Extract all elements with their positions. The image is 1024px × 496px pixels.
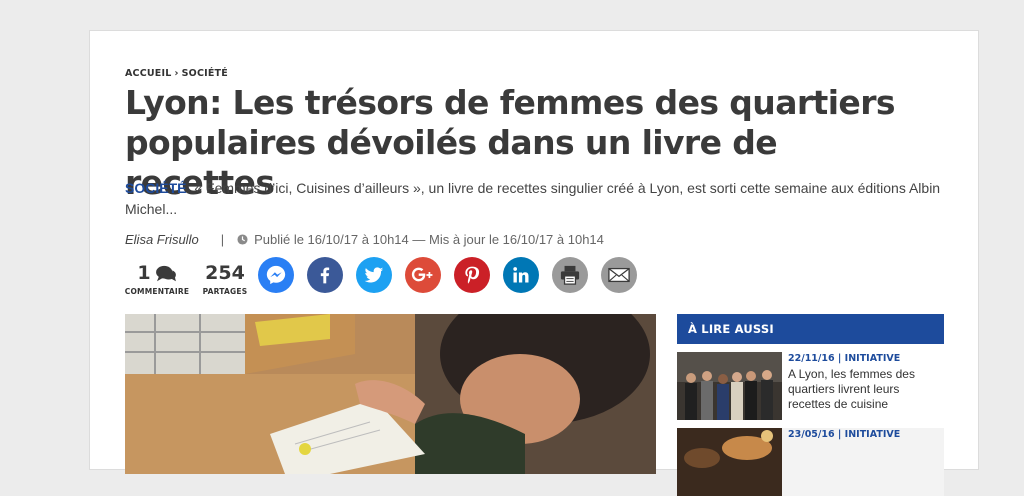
related-articles-heading: À LIRE AUSSI bbox=[677, 314, 944, 344]
clock-icon bbox=[237, 233, 248, 245]
printer-icon bbox=[560, 265, 580, 285]
article-card: ACCUEIL › SOCIÉTÉ Lyon: Les trésors de fem… bbox=[89, 30, 979, 496]
breadcrumb-home-link[interactable]: ACCUEIL bbox=[125, 68, 172, 79]
comment-bubbles-icon bbox=[155, 265, 176, 281]
twitter-share-button[interactable] bbox=[356, 257, 392, 293]
related-article-date: 22/11/16 | INITIATIVE bbox=[788, 353, 901, 364]
linkedin-share-button[interactable] bbox=[503, 257, 539, 293]
group-photo-thumbnail bbox=[677, 352, 782, 420]
linkedin-icon bbox=[513, 267, 529, 283]
messenger-share-button[interactable] bbox=[258, 257, 294, 293]
food-photo-thumbnail bbox=[677, 428, 782, 496]
print-button[interactable] bbox=[552, 257, 588, 293]
related-article-thumbnail[interactable] bbox=[677, 428, 782, 496]
related-article-item[interactable]: 22/11/16 | INITIATIVE A Lyon, les femmes… bbox=[677, 352, 944, 420]
pinterest-icon bbox=[465, 266, 480, 284]
article-main-photo[interactable] bbox=[125, 314, 656, 474]
related-article-date: 23/05/16 | INITIATIVE bbox=[788, 429, 901, 440]
article-photo-illustration bbox=[125, 314, 656, 474]
article-meta: Elisa Frisullo | Publié le 16/10/17 à 10… bbox=[125, 230, 604, 248]
shares-count-label: PARTAGES bbox=[202, 287, 248, 296]
pinterest-share-button[interactable] bbox=[454, 257, 490, 293]
engagement-counts: 1 COMMENTAIRE 254 PARTAGES bbox=[125, 263, 249, 297]
article-lead: SOCIÉTÉ « Femmes d’ici, Cuisines d’aille… bbox=[125, 178, 945, 220]
facebook-share-button[interactable] bbox=[307, 257, 343, 293]
email-share-button[interactable] bbox=[601, 257, 637, 293]
envelope-icon bbox=[608, 267, 630, 283]
publish-date: Publié le 16/10/17 à 10h14 — Mis à jour … bbox=[254, 231, 604, 247]
comments-count-label: COMMENTAIRE bbox=[124, 287, 190, 296]
article-lead-text: « Femmes d’ici, Cuisines d’ailleurs », u… bbox=[125, 180, 941, 217]
comments-count[interactable]: 1 COMMENTAIRE bbox=[124, 262, 190, 297]
messenger-icon bbox=[266, 265, 286, 285]
shares-count: 254 PARTAGES bbox=[201, 262, 249, 297]
author-name[interactable]: Elisa Frisullo bbox=[125, 232, 199, 247]
related-article-item[interactable]: 23/05/16 | INITIATIVE bbox=[677, 428, 944, 496]
google-plus-icon bbox=[411, 267, 433, 282]
breadcrumb-separator: › bbox=[174, 68, 179, 79]
meta-separator: | bbox=[220, 231, 225, 247]
google-plus-share-button[interactable] bbox=[405, 257, 441, 293]
related-article-thumbnail[interactable] bbox=[677, 352, 782, 420]
article-category-link[interactable]: SOCIÉTÉ bbox=[125, 180, 186, 196]
related-articles: À LIRE AUSSI 22/11/16 | INITIATIVE A Lyo… bbox=[677, 314, 944, 496]
comments-count-value: 1 bbox=[137, 262, 151, 284]
shares-count-value: 254 bbox=[205, 262, 245, 284]
related-article-title[interactable]: A Lyon, les femmes des quartiers livrent… bbox=[788, 367, 938, 412]
breadcrumb: ACCUEIL › SOCIÉTÉ bbox=[125, 68, 228, 79]
breadcrumb-section-link[interactable]: SOCIÉTÉ bbox=[182, 68, 228, 79]
twitter-icon bbox=[364, 267, 384, 283]
facebook-icon bbox=[320, 267, 330, 284]
share-buttons bbox=[258, 257, 650, 293]
